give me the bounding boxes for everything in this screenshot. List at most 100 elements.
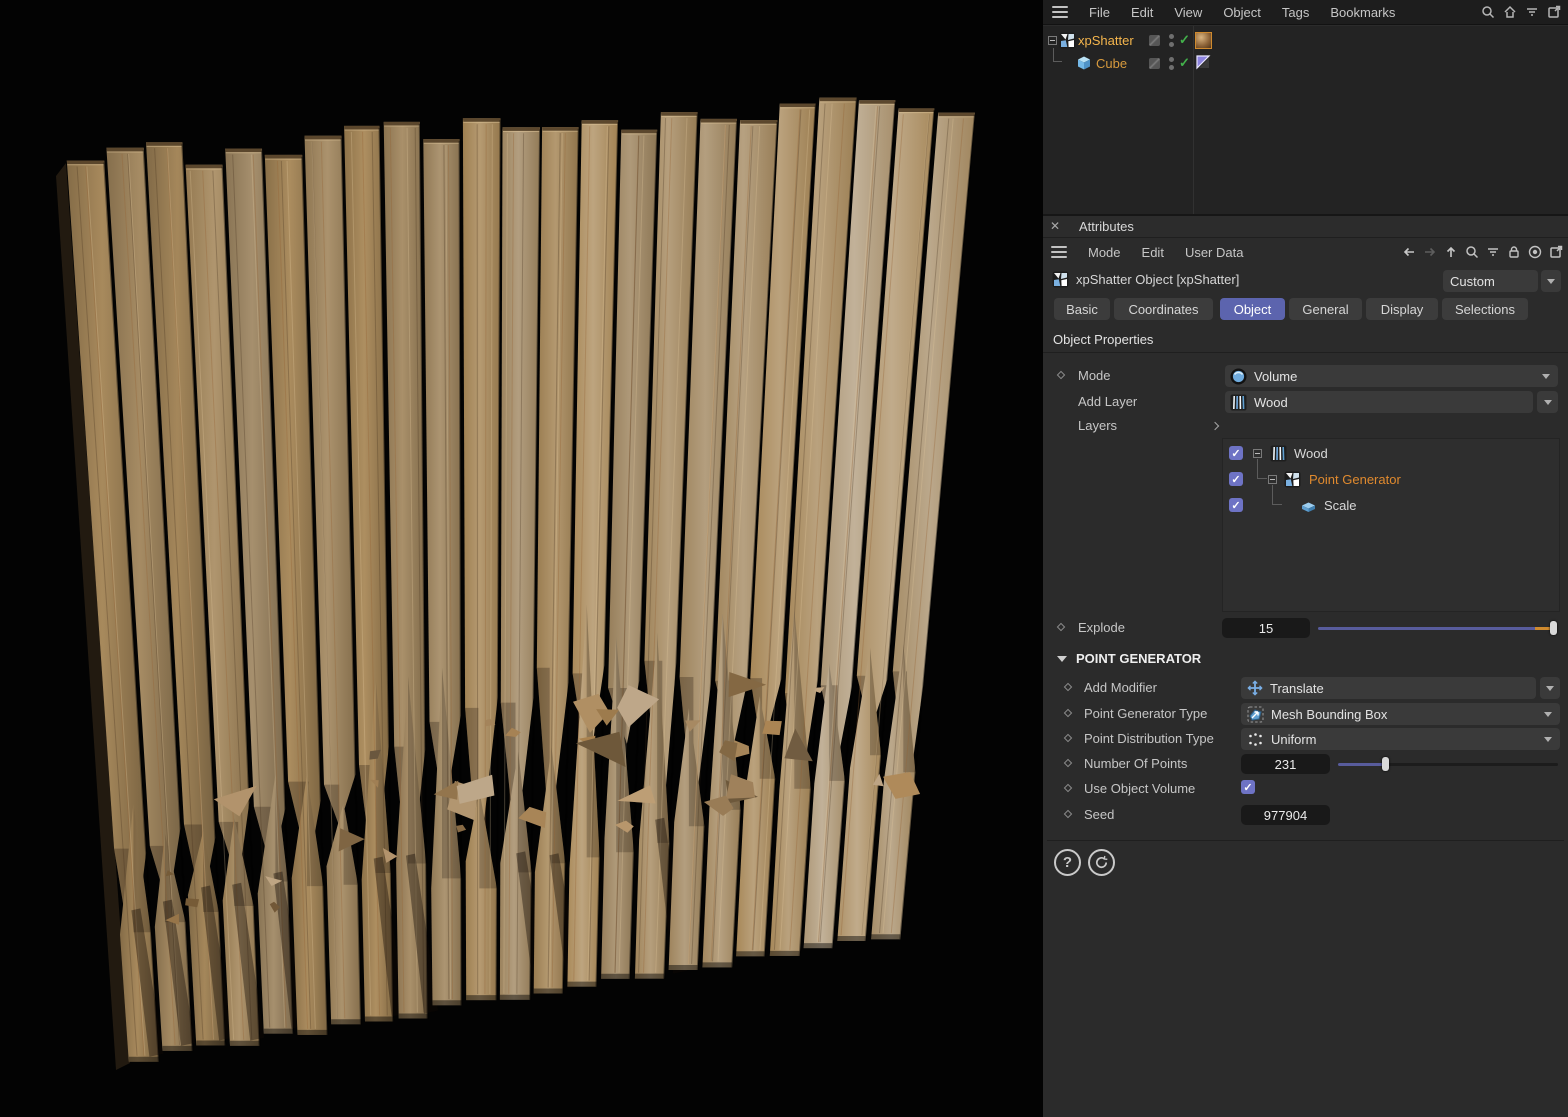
object-label-xpshatter[interactable]: xpShatter (1078, 33, 1134, 48)
keyframe-diamond-icon[interactable] (1063, 708, 1073, 718)
material-thumbnail[interactable] (1195, 32, 1212, 49)
panel-title: Attributes (1079, 219, 1134, 234)
number-of-points-value[interactable]: 231 (1241, 754, 1330, 774)
menu-view[interactable]: View (1174, 5, 1202, 20)
tab-selections[interactable]: Selections (1442, 298, 1528, 320)
seed-value[interactable]: 977904 (1241, 805, 1330, 825)
refresh-icon (1096, 855, 1108, 869)
back-arrow-icon[interactable] (1401, 244, 1417, 260)
display-tag-icon[interactable] (1196, 55, 1211, 70)
tab-object[interactable]: Object (1220, 298, 1285, 320)
layer-color-icon[interactable] (1149, 35, 1160, 46)
object-header-title: xpShatter Object [xpShatter] (1076, 272, 1240, 287)
help-button[interactable]: ? (1054, 849, 1081, 876)
close-icon[interactable]: ✕ (1050, 219, 1060, 233)
attr-menu-user-data[interactable]: User Data (1185, 245, 1244, 260)
slider-handle[interactable] (1382, 757, 1390, 771)
enabled-check-icon[interactable]: ✓ (1179, 32, 1190, 48)
up-arrow-icon[interactable] (1443, 244, 1459, 260)
add-layer-dropdown-arrow[interactable] (1537, 391, 1558, 413)
add-modifier-dropdown[interactable]: Translate (1241, 677, 1536, 699)
keyframe-diamond-icon[interactable] (1063, 682, 1073, 692)
preset-dropdown-arrow[interactable] (1541, 270, 1561, 292)
menu-bookmarks[interactable]: Bookmarks (1330, 5, 1395, 20)
layer-row-scale[interactable]: ✓ Scale (1223, 485, 1559, 519)
hamburger-menu-icon[interactable] (1052, 6, 1068, 18)
preset-dropdown-value: Custom (1450, 273, 1495, 289)
point-generator-type-dropdown[interactable]: Mesh Bounding Box (1241, 703, 1560, 725)
layer-checkbox[interactable]: ✓ (1229, 498, 1243, 512)
keyframe-diamond-icon[interactable] (1063, 733, 1073, 743)
object-row-cube[interactable]: Cube ✓ (1043, 48, 1568, 74)
tab-display[interactable]: Display (1366, 298, 1438, 320)
layer-row-wood[interactable]: ✓ Wood (1223, 441, 1559, 467)
attributes-title-bar: ✕ Attributes (1043, 214, 1568, 238)
add-layer-row: Add Layer Wood (1043, 390, 1568, 414)
tab-general[interactable]: General (1289, 298, 1362, 320)
keyframe-diamond-icon[interactable] (1056, 622, 1066, 632)
preset-dropdown[interactable]: Custom (1443, 270, 1538, 292)
menu-edit[interactable]: Edit (1131, 5, 1153, 20)
chevron-down-icon (1542, 373, 1550, 379)
layer-checkbox[interactable]: ✓ (1229, 446, 1243, 460)
add-modifier-dropdown-arrow[interactable] (1540, 677, 1560, 699)
footer-buttons: ? (1043, 849, 1568, 881)
xpshatter-icon (1059, 32, 1076, 49)
popout-icon[interactable] (1546, 4, 1562, 20)
tab-basic[interactable]: Basic (1054, 298, 1110, 320)
search-icon[interactable] (1480, 4, 1496, 20)
expand-collapse-icon[interactable] (1253, 449, 1262, 458)
attr-menu-edit[interactable]: Edit (1142, 245, 1164, 260)
explode-value[interactable]: 15 (1222, 618, 1310, 638)
object-row-xpshatter[interactable]: xpShatter ✓ (1043, 30, 1568, 52)
keyframe-diamond-icon[interactable] (1063, 758, 1073, 768)
menu-object[interactable]: Object (1223, 5, 1261, 20)
keyframe-diamond-icon[interactable] (1056, 370, 1066, 380)
target-icon[interactable] (1527, 244, 1543, 260)
viewport-3d[interactable] (0, 0, 1043, 1117)
explode-slider[interactable] (1318, 618, 1558, 638)
point-distribution-type-dropdown[interactable]: Uniform (1241, 728, 1560, 750)
search-icon[interactable] (1464, 244, 1480, 260)
filter-icon[interactable] (1485, 244, 1501, 260)
visibility-dots-icon[interactable] (1169, 57, 1174, 73)
keyframe-diamond-icon[interactable] (1063, 809, 1073, 819)
tab-coordinates[interactable]: Coordinates (1114, 298, 1213, 320)
expand-collapse-icon[interactable] (1268, 475, 1277, 484)
uniform-dots-icon (1249, 732, 1262, 746)
lock-icon[interactable] (1506, 244, 1522, 260)
mode-dropdown[interactable]: Volume (1225, 365, 1558, 387)
object-label-cube[interactable]: Cube (1096, 56, 1127, 71)
visibility-dots-icon[interactable] (1169, 34, 1174, 50)
layer-color-icon[interactable] (1149, 58, 1160, 69)
menu-file[interactable]: File (1089, 5, 1110, 20)
number-of-points-slider[interactable] (1338, 754, 1558, 774)
expand-collapse-icon[interactable] (1048, 36, 1057, 45)
slider-handle[interactable] (1550, 621, 1558, 635)
enabled-check-icon[interactable]: ✓ (1179, 55, 1190, 71)
use-object-volume-checkbox[interactable]: ✓ (1241, 780, 1255, 794)
point-generator-icon (1284, 471, 1301, 488)
explode-label: Explode (1078, 620, 1125, 635)
attr-menu-mode[interactable]: Mode (1088, 245, 1121, 260)
layer-checkbox[interactable]: ✓ (1229, 472, 1243, 486)
filter-icon[interactable] (1524, 4, 1540, 20)
home-icon[interactable] (1502, 4, 1518, 20)
reset-button[interactable] (1088, 849, 1115, 876)
chevron-down-icon (1544, 711, 1552, 717)
mode-row: Mode Volume (1043, 364, 1568, 388)
chevron-right-icon[interactable] (1210, 421, 1220, 431)
keyframe-diamond-icon[interactable] (1063, 783, 1073, 793)
menu-tags[interactable]: Tags (1282, 5, 1309, 20)
popout-icon[interactable] (1548, 244, 1564, 260)
attributes-hamburger-icon[interactable] (1051, 246, 1067, 258)
point-generator-type-label: Point Generator Type (1084, 706, 1208, 721)
point-generator-section-header[interactable]: POINT GENERATOR (1043, 650, 1568, 670)
right-panel: File Edit View Object Tags Bookmarks xpS… (1043, 0, 1568, 1117)
add-layer-dropdown[interactable]: Wood (1225, 391, 1533, 413)
mode-dropdown-value: Volume (1254, 368, 1298, 384)
forward-arrow-icon[interactable] (1422, 244, 1438, 260)
seed-row: Seed 977904 (1043, 803, 1568, 827)
section-title-object-properties: Object Properties (1053, 332, 1154, 347)
wood-icon (1230, 394, 1247, 410)
